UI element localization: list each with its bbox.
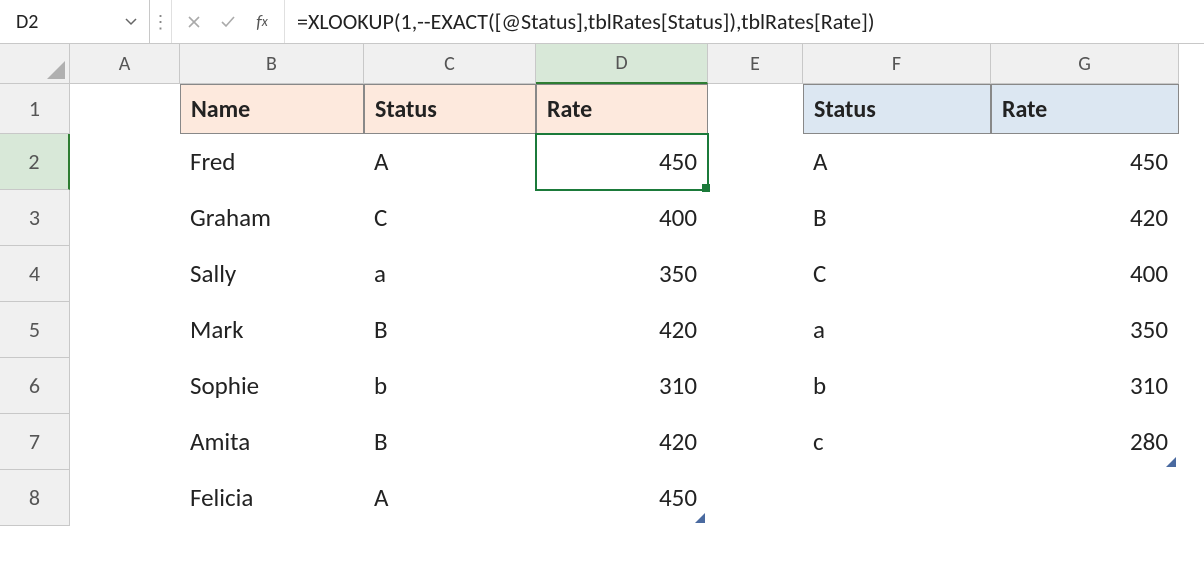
name-box[interactable]: D2 — [16, 10, 121, 34]
col-head-d[interactable]: D — [536, 44, 708, 84]
cell-e1[interactable] — [708, 84, 803, 134]
cell-a7[interactable] — [70, 414, 180, 470]
cell-f5[interactable]: a — [803, 302, 991, 358]
cell-b4[interactable]: Sally — [180, 246, 364, 302]
cell-g5[interactable]: 350 — [991, 302, 1179, 358]
cell-e7[interactable] — [708, 414, 803, 470]
cell-g8[interactable] — [991, 470, 1179, 526]
table2-header-status[interactable]: Status — [803, 84, 991, 134]
formula-bar-buttons: fx — [172, 0, 285, 43]
cell-a3[interactable] — [70, 190, 180, 246]
row-head-5[interactable]: 5 — [0, 302, 70, 358]
cell-c7[interactable]: B — [364, 414, 536, 470]
cell-d4[interactable]: 350 — [536, 246, 708, 302]
cell-d3[interactable]: 400 — [536, 190, 708, 246]
cell-c6[interactable]: b — [364, 358, 536, 414]
spreadsheet-grid[interactable]: A B C D E F G 1 Name Status Rate Status … — [0, 44, 1204, 526]
cell-c4[interactable]: a — [364, 246, 536, 302]
cell-f3[interactable]: B — [803, 190, 991, 246]
cell-e3[interactable] — [708, 190, 803, 246]
name-box-wrap[interactable]: D2 — [0, 0, 150, 43]
row-head-6[interactable]: 6 — [0, 358, 70, 414]
cell-e2[interactable] — [708, 134, 803, 190]
cell-e8[interactable] — [708, 470, 803, 526]
cell-g4[interactable]: 400 — [991, 246, 1179, 302]
cell-a6[interactable] — [70, 358, 180, 414]
cell-f6[interactable]: b — [803, 358, 991, 414]
col-head-a[interactable]: A — [70, 44, 180, 84]
cell-d8[interactable]: 450 — [536, 470, 708, 526]
row-head-2[interactable]: 2 — [0, 134, 70, 190]
cell-b5[interactable]: Mark — [180, 302, 364, 358]
row-head-3[interactable]: 3 — [0, 190, 70, 246]
row-head-8[interactable]: 8 — [0, 470, 70, 526]
cell-c2[interactable]: A — [364, 134, 536, 190]
cell-b7[interactable]: Amita — [180, 414, 364, 470]
row-head-4[interactable]: 4 — [0, 246, 70, 302]
row-head-7[interactable]: 7 — [0, 414, 70, 470]
cell-a5[interactable] — [70, 302, 180, 358]
chevron-down-icon[interactable] — [121, 0, 141, 43]
cell-f4[interactable]: C — [803, 246, 991, 302]
fx-icon[interactable]: fx — [250, 11, 274, 33]
cell-b3[interactable]: Graham — [180, 190, 364, 246]
cell-c3[interactable]: C — [364, 190, 536, 246]
cell-c5[interactable]: B — [364, 302, 536, 358]
cell-g3[interactable]: 420 — [991, 190, 1179, 246]
cell-g6[interactable]: 310 — [991, 358, 1179, 414]
cell-d7[interactable]: 420 — [536, 414, 708, 470]
cell-d5[interactable]: 420 — [536, 302, 708, 358]
formula-bar: D2 ⋮ fx =XLOOKUP(1,--EXACT([@Status],tbl… — [0, 0, 1204, 44]
select-all-corner[interactable] — [0, 44, 70, 84]
cell-b2[interactable]: Fred — [180, 134, 364, 190]
cell-b8[interactable]: Felicia — [180, 470, 364, 526]
col-head-e[interactable]: E — [708, 44, 803, 84]
row-head-1[interactable]: 1 — [0, 84, 70, 134]
cell-d2[interactable]: 450 — [536, 134, 708, 190]
vertical-dots-icon: ⋮ — [150, 0, 172, 43]
table1-header-status[interactable]: Status — [364, 84, 536, 134]
cell-f2[interactable]: A — [803, 134, 991, 190]
cell-b6[interactable]: Sophie — [180, 358, 364, 414]
formula-input[interactable]: =XLOOKUP(1,--EXACT([@Status],tblRates[St… — [285, 0, 1204, 43]
cancel-icon[interactable] — [182, 15, 206, 29]
cell-a4[interactable] — [70, 246, 180, 302]
check-icon[interactable] — [216, 15, 240, 29]
cell-g2[interactable]: 450 — [991, 134, 1179, 190]
cell-e5[interactable] — [708, 302, 803, 358]
table2-header-rate[interactable]: Rate — [991, 84, 1179, 134]
table1-header-rate[interactable]: Rate — [536, 84, 708, 134]
cell-a8[interactable] — [70, 470, 180, 526]
table1-header-name[interactable]: Name — [180, 84, 364, 134]
cell-g7[interactable]: 280 — [991, 414, 1179, 470]
col-head-g[interactable]: G — [991, 44, 1179, 84]
cell-f8[interactable] — [803, 470, 991, 526]
cell-c8[interactable]: A — [364, 470, 536, 526]
cell-a2[interactable] — [70, 134, 180, 190]
col-head-c[interactable]: C — [364, 44, 536, 84]
cell-d6[interactable]: 310 — [536, 358, 708, 414]
col-head-f[interactable]: F — [803, 44, 991, 84]
cell-f7[interactable]: c — [803, 414, 991, 470]
cell-a1[interactable] — [70, 84, 180, 134]
cell-e6[interactable] — [708, 358, 803, 414]
col-head-b[interactable]: B — [180, 44, 364, 84]
cell-e4[interactable] — [708, 246, 803, 302]
